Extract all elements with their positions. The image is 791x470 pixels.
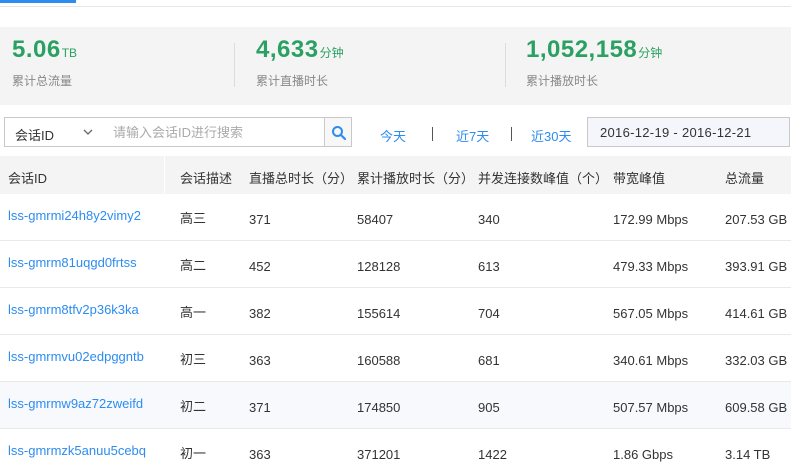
cell-peak-connections: 681 bbox=[478, 353, 500, 368]
stat-label: 累计直播时长 bbox=[256, 74, 329, 88]
cell-play-duration: 174850 bbox=[357, 400, 401, 415]
stat-separator bbox=[234, 43, 235, 87]
table-row: lss-gmrmi24h8y2vimy2 高三 371 58407 340 172.99 … bbox=[0, 194, 791, 241]
cell-peak-bandwidth: 172.99 Mbps bbox=[613, 212, 689, 227]
session-id-link[interactable]: lss-gmrmzk5anuu5cebq bbox=[8, 443, 146, 458]
cell-total-traffic: 414.61 GB bbox=[725, 306, 788, 321]
stat-unit: 分钟 bbox=[319, 46, 344, 60]
stat-separator bbox=[505, 43, 506, 87]
stat-value-row: 4,633分钟 bbox=[256, 36, 344, 64]
table-header: 会话ID 会话描述 直播总时长（分） 累计播放时长（分） 并发连接数峰值（个） … bbox=[0, 156, 791, 194]
cell-total-traffic: 207.53 GB bbox=[725, 212, 788, 227]
cell-description: 初二 bbox=[180, 399, 207, 414]
search-field-select-value: 会话ID bbox=[15, 128, 55, 143]
quick-range-today[interactable]: 今天 bbox=[380, 126, 406, 145]
stats-panel: 5.06TB 累计总流量 4,633分钟 累计直播时长 1,052,158分钟 … bbox=[0, 27, 791, 105]
cell-description: 高三 bbox=[180, 211, 207, 226]
stat-value-row: 1,052,158分钟 bbox=[526, 36, 662, 64]
active-tab-indicator bbox=[0, 0, 76, 3]
date-range-picker[interactable]: 2016-12-19 - 2016-12-21 bbox=[587, 117, 790, 147]
cell-live-duration: 363 bbox=[249, 447, 271, 462]
column-header-peak-connections: 并发连接数峰值（个） bbox=[478, 171, 609, 186]
column-header-live-duration: 直播总时长（分） bbox=[249, 171, 354, 186]
cell-peak-bandwidth: 507.57 Mbps bbox=[613, 400, 689, 415]
cell-peak-connections: 905 bbox=[478, 400, 500, 415]
quick-range-7-days[interactable]: 近7天 bbox=[456, 126, 489, 145]
stat-unit: 分钟 bbox=[638, 46, 663, 60]
cell-peak-bandwidth: 479.33 Mbps bbox=[613, 259, 689, 274]
column-header-description: 会话描述 bbox=[180, 171, 233, 186]
chevron-down-icon bbox=[83, 129, 93, 135]
cell-total-traffic: 332.03 GB bbox=[725, 353, 788, 368]
search-field-select[interactable]: 会话ID bbox=[4, 117, 104, 147]
stat-label: 累计播放时长 bbox=[526, 74, 599, 88]
cell-description: 高二 bbox=[180, 258, 207, 273]
cell-total-traffic: 3.14 TB bbox=[725, 447, 771, 462]
cell-play-duration: 371201 bbox=[357, 447, 401, 462]
cell-description: 高一 bbox=[180, 305, 207, 320]
cell-total-traffic: 393.91 GB bbox=[725, 259, 788, 274]
cell-live-duration: 371 bbox=[249, 400, 271, 415]
search-input[interactable] bbox=[103, 117, 325, 147]
quick-range-30-days[interactable]: 近30天 bbox=[531, 126, 571, 145]
cell-peak-connections: 340 bbox=[478, 212, 500, 227]
column-separator bbox=[164, 156, 165, 194]
column-header-peak-bandwidth: 带宽峰值 bbox=[613, 171, 666, 186]
session-id-link[interactable]: lss-gmrmvu02edpggntb bbox=[8, 349, 144, 364]
stat-value-row: 5.06TB bbox=[12, 36, 77, 64]
quick-range-separator bbox=[511, 127, 512, 141]
cell-play-duration: 128128 bbox=[357, 259, 401, 274]
stat-label: 累计总流量 bbox=[12, 74, 73, 88]
quick-range-separator bbox=[432, 127, 433, 141]
tab-divider bbox=[0, 6, 791, 7]
stat-value: 4,633 bbox=[256, 36, 319, 63]
table-row: lss-gmrmw9az72zweifd 初二 371 174850 905 507.57… bbox=[0, 382, 791, 429]
cell-peak-bandwidth: 1.86 Gbps bbox=[613, 447, 673, 462]
table-row: lss-gmrmvu02edpggntb 初三 363 160588 681 340.61… bbox=[0, 335, 791, 382]
session-id-link[interactable]: lss-gmrm8tfv2p36k3ka bbox=[8, 302, 139, 317]
cell-description: 初一 bbox=[180, 446, 207, 461]
cell-live-duration: 382 bbox=[249, 306, 271, 321]
cell-total-traffic: 609.58 GB bbox=[725, 400, 788, 415]
cell-live-duration: 371 bbox=[249, 212, 271, 227]
cell-peak-connections: 613 bbox=[478, 259, 500, 274]
filter-bar: 会话ID 今天 近7天 近30天 2016-12-19 - 2016-12-21 bbox=[0, 117, 791, 147]
cell-peak-connections: 1422 bbox=[478, 447, 507, 462]
cell-description: 初三 bbox=[180, 352, 207, 367]
cell-live-duration: 452 bbox=[249, 259, 271, 274]
search-button[interactable] bbox=[324, 117, 352, 147]
cell-peak-bandwidth: 567.05 Mbps bbox=[613, 306, 689, 321]
session-id-link[interactable]: lss-gmrm81uqgd0frtss bbox=[8, 255, 137, 270]
cell-play-duration: 160588 bbox=[357, 353, 401, 368]
stat-unit: TB bbox=[61, 46, 78, 60]
session-id-link[interactable]: lss-gmrmw9az72zweifd bbox=[8, 396, 143, 411]
cell-play-duration: 58407 bbox=[357, 212, 394, 227]
column-header-total-traffic: 总流量 bbox=[725, 171, 765, 186]
column-header-session-id: 会话ID bbox=[8, 171, 48, 186]
search-icon bbox=[332, 126, 347, 141]
column-header-play-duration: 累计播放时长（分） bbox=[357, 171, 475, 186]
cell-peak-bandwidth: 340.61 Mbps bbox=[613, 353, 689, 368]
table-row: lss-gmrm8tfv2p36k3ka 高一 382 155614 704 567.05… bbox=[0, 288, 791, 335]
stat-value: 5.06 bbox=[12, 36, 61, 63]
cell-live-duration: 363 bbox=[249, 353, 271, 368]
stat-value: 1,052,158 bbox=[526, 36, 638, 63]
session-id-link[interactable]: lss-gmrmi24h8y2vimy2 bbox=[8, 208, 141, 223]
cell-peak-connections: 704 bbox=[478, 306, 500, 321]
table-row: lss-gmrm81uqgd0frtss 高二 452 128128 613 479.33… bbox=[0, 241, 791, 288]
date-range-value: 2016-12-19 - 2016-12-21 bbox=[600, 125, 752, 140]
table-row: lss-gmrmzk5anuu5cebq 初一 363 371201 1422 1.86 … bbox=[0, 429, 791, 470]
cell-play-duration: 155614 bbox=[357, 306, 401, 321]
